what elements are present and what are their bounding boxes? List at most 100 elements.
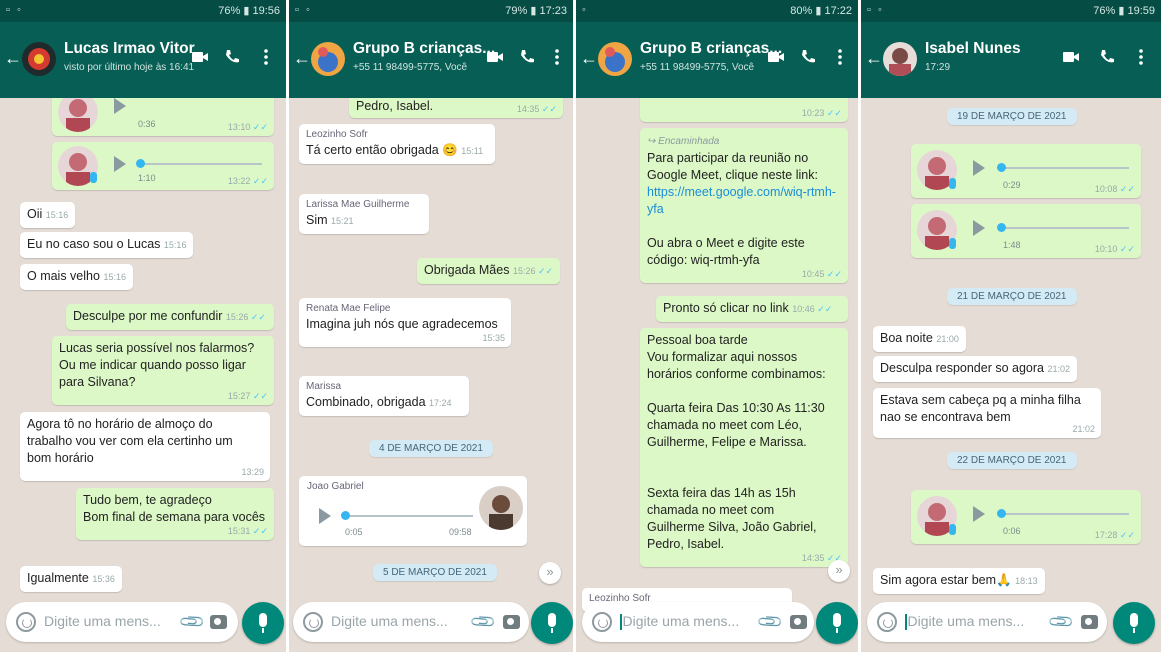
audio-progress[interactable] bbox=[999, 513, 1129, 515]
message-incoming[interactable]: Larissa Mae Guilherme Sim 15:21 bbox=[299, 194, 429, 234]
audio-scrubber[interactable] bbox=[136, 159, 145, 168]
group-avatar[interactable] bbox=[311, 42, 345, 76]
message-outgoing[interactable]: Obrigada Mães 15:26 ✓✓ bbox=[417, 258, 561, 284]
message-incoming[interactable]: Oii 15:16 bbox=[20, 202, 76, 228]
video-call-icon[interactable] bbox=[1061, 47, 1081, 67]
message-incoming[interactable]: Desculpa responder so agora 21:02 bbox=[873, 356, 1078, 382]
phone-call-icon[interactable] bbox=[1097, 47, 1117, 67]
voice-message[interactable]: 0:36 13:10 ✓✓ bbox=[52, 98, 274, 136]
play-icon[interactable] bbox=[973, 506, 985, 522]
voice-message[interactable]: 1:48 10:10 ✓✓ bbox=[911, 204, 1141, 258]
play-icon[interactable] bbox=[973, 220, 985, 236]
play-icon[interactable] bbox=[114, 156, 126, 172]
phone-call-icon[interactable] bbox=[517, 47, 537, 67]
avatar[interactable] bbox=[883, 42, 917, 76]
attach-icon[interactable]: 📎 bbox=[1047, 607, 1076, 636]
more-options-icon[interactable] bbox=[830, 47, 850, 67]
back-arrow-icon[interactable]: ← bbox=[865, 48, 883, 69]
more-options-icon[interactable] bbox=[1131, 47, 1151, 67]
message-outgoing[interactable]: Desculpe por me confundir 15:26 ✓✓ bbox=[66, 304, 274, 330]
input-placeholder[interactable]: Digite uma mens... bbox=[44, 613, 161, 629]
audio-progress[interactable] bbox=[138, 163, 262, 165]
message-incoming[interactable]: Estava sem cabeça pq a minha filha nao s… bbox=[873, 388, 1101, 438]
voice-message[interactable]: 0:06 17:28 ✓✓ bbox=[911, 490, 1141, 544]
audio-progress[interactable] bbox=[999, 167, 1129, 169]
message-input[interactable]: Digite uma mens... 📎 bbox=[293, 602, 529, 642]
video-call-icon[interactable] bbox=[485, 47, 505, 67]
message-incoming[interactable]: Sim agora estar bem🙏 18:13 bbox=[873, 568, 1045, 594]
play-icon[interactable] bbox=[973, 160, 985, 176]
emoji-icon[interactable] bbox=[16, 612, 36, 632]
message-incoming[interactable]: Boa noite 21:00 bbox=[873, 326, 966, 352]
audio-progress[interactable] bbox=[343, 515, 473, 517]
message-outgoing[interactable]: Pedro, Isabel. 14:35 ✓✓ bbox=[349, 98, 563, 118]
message-incoming[interactable]: O mais velho 15:16 bbox=[20, 264, 133, 290]
message-outgoing[interactable]: Lucas seria possível nos falarmos? Ou me… bbox=[52, 336, 274, 405]
emoji-icon[interactable] bbox=[592, 612, 612, 632]
message-incoming[interactable]: Leozinho Sofr Tá certo então obrigada 😊 1… bbox=[299, 124, 495, 164]
chat-header: ← Isabel Nunes 17:29 bbox=[861, 22, 1161, 98]
more-options-icon[interactable] bbox=[547, 47, 567, 67]
chat-title[interactable]: Grupo B crianças... bbox=[353, 40, 495, 58]
camera-icon[interactable] bbox=[503, 615, 520, 629]
camera-icon[interactable] bbox=[1081, 615, 1098, 629]
audio-progress[interactable] bbox=[999, 227, 1129, 229]
meet-link[interactable]: https://meet.google.com/wiq-rtmh-yfa bbox=[647, 185, 836, 216]
camera-icon[interactable] bbox=[210, 615, 227, 629]
scroll-down-icon[interactable]: » bbox=[539, 562, 561, 584]
audio-scrubber[interactable] bbox=[997, 509, 1006, 518]
chat-body[interactable]: Pedro, Isabel. 14:35 ✓✓ Leozinho Sofr Tá c… bbox=[289, 98, 573, 652]
video-call-icon[interactable] bbox=[766, 47, 786, 67]
voice-record-button[interactable] bbox=[531, 602, 573, 644]
message-input[interactable]: Digite uma mens... 📎 bbox=[582, 602, 814, 642]
chat-title[interactable]: Isabel Nunes bbox=[925, 40, 1021, 58]
avatar[interactable] bbox=[22, 42, 56, 76]
attach-icon[interactable]: 📎 bbox=[178, 607, 207, 636]
chat-title[interactable]: Grupo B crianças... bbox=[640, 40, 782, 58]
camera-icon[interactable] bbox=[790, 615, 807, 629]
audio-scrubber[interactable] bbox=[341, 511, 350, 520]
chat-body[interactable]: 10:23 ✓✓ ↪ Encaminhada Para participar d… bbox=[576, 98, 858, 652]
scroll-down-icon[interactable]: » bbox=[828, 560, 850, 582]
message-incoming[interactable]: Eu no caso sou o Lucas 15:16 bbox=[20, 232, 194, 258]
audio-scrubber[interactable] bbox=[997, 223, 1006, 232]
phone-call-icon[interactable] bbox=[222, 47, 242, 67]
message-incoming[interactable]: Marissa Combinado, obrigada 17:24 bbox=[299, 376, 469, 416]
message-input[interactable]: Digite uma mens... 📎 bbox=[867, 602, 1107, 642]
voice-message[interactable]: Joao Gabriel 0:05 09:58 bbox=[299, 476, 527, 546]
phone-call-icon[interactable] bbox=[798, 47, 818, 67]
message-outgoing[interactable]: Pronto só clicar no link 10:46 ✓✓ bbox=[656, 296, 848, 322]
group-avatar[interactable] bbox=[598, 42, 632, 76]
message-incoming[interactable]: Agora tô no horário de almoço do trabalh… bbox=[20, 412, 270, 481]
message-incoming[interactable]: Igualmente 15:36 bbox=[20, 566, 122, 592]
back-arrow-icon[interactable]: ← bbox=[293, 48, 311, 69]
voice-record-button[interactable] bbox=[1113, 602, 1155, 644]
video-call-icon[interactable] bbox=[190, 47, 210, 67]
input-placeholder[interactable]: Digite uma mens... bbox=[620, 613, 739, 631]
attach-icon[interactable]: 📎 bbox=[469, 607, 498, 636]
message-input[interactable]: Digite uma mens... 📎 bbox=[6, 602, 238, 642]
back-arrow-icon[interactable]: ← bbox=[4, 48, 22, 69]
more-options-icon[interactable] bbox=[256, 47, 276, 67]
chat-body[interactable]: 0:36 13:10 ✓✓ 1:10 13:22 ✓✓ Oii 15:16 Eu… bbox=[0, 98, 286, 652]
message-incoming[interactable]: Renata Mae Felipe Imagina juh nós que agr… bbox=[299, 298, 511, 347]
voice-message[interactable]: 0:29 10:08 ✓✓ bbox=[911, 144, 1141, 198]
emoji-icon[interactable] bbox=[877, 612, 897, 632]
play-icon[interactable] bbox=[319, 508, 331, 524]
chat-title[interactable]: Lucas Irmao Vitor bbox=[64, 40, 195, 58]
voice-record-button[interactable] bbox=[242, 602, 284, 644]
message-outgoing[interactable]: Pessoal boa tarde Vou formalizar aqui no… bbox=[640, 328, 848, 567]
message-outgoing[interactable]: 10:23 ✓✓ bbox=[640, 98, 848, 122]
input-placeholder[interactable]: Digite uma mens... bbox=[331, 613, 448, 629]
voice-message[interactable]: 1:10 13:22 ✓✓ bbox=[52, 142, 274, 190]
emoji-icon[interactable] bbox=[303, 612, 323, 632]
audio-scrubber[interactable] bbox=[997, 163, 1006, 172]
input-placeholder[interactable]: Digite uma mens... bbox=[905, 613, 1024, 631]
chat-body[interactable]: 19 DE MARÇO DE 2021 0:29 10:08 ✓✓ 1:48 1… bbox=[861, 98, 1161, 652]
message-outgoing[interactable]: ↪ Encaminhada Para participar da reunião… bbox=[640, 128, 848, 283]
message-outgoing[interactable]: Tudo bem, te agradeço Bom final de seman… bbox=[76, 488, 274, 540]
attach-icon[interactable]: 📎 bbox=[756, 607, 785, 636]
voice-record-button[interactable] bbox=[816, 602, 858, 644]
back-arrow-icon[interactable]: ← bbox=[580, 48, 598, 69]
play-icon[interactable] bbox=[114, 98, 126, 114]
